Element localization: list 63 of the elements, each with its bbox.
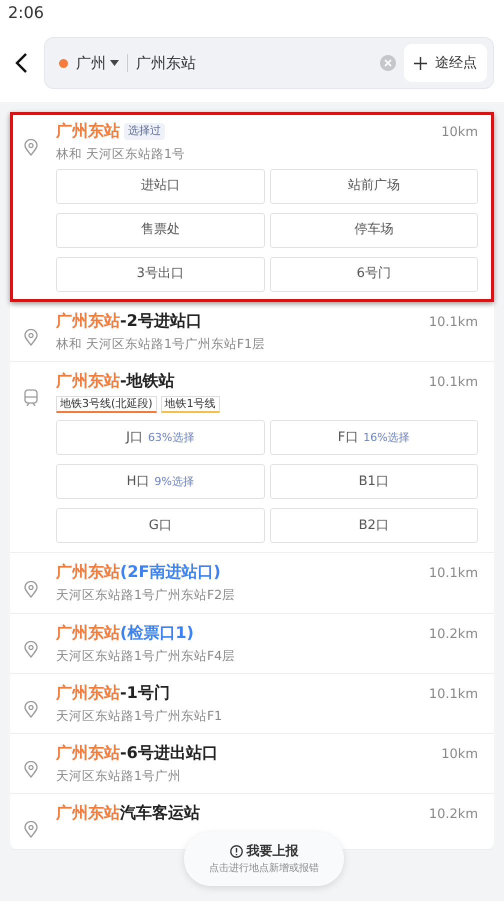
location-pin-icon bbox=[24, 640, 38, 658]
metro-line-tag: 地铁3号线(北延段) bbox=[56, 396, 157, 414]
result-address: 林和 天河区东站路1号 bbox=[56, 146, 186, 162]
status-time: 2:06 bbox=[8, 3, 44, 22]
result-title: 广州东站汽车客运站 bbox=[56, 803, 200, 824]
result-title: 广州东站-2号进站口 bbox=[56, 311, 202, 332]
entrance-button[interactable]: 站前广场 bbox=[270, 169, 478, 204]
result-title: 广州东站(检票口1) bbox=[56, 622, 194, 644]
entrance-button[interactable]: B2口 bbox=[270, 508, 478, 544]
entrance-button[interactable]: H口 9%选择 bbox=[56, 464, 264, 500]
entrance-button[interactable]: 进站口 bbox=[56, 169, 264, 204]
entrance-button[interactable]: B1口 bbox=[270, 464, 478, 500]
search-result[interactable]: 广州东站-地铁站 10.1km 地铁3号线(北延段) 地铁1号线 J口 63%选择 F口 16%选择 H口 9%选择 B1口 G口 B2口 bbox=[10, 362, 494, 554]
result-title: 广州东站-地铁站 bbox=[56, 371, 175, 392]
result-address: 天河区东站路1号广州 bbox=[56, 768, 182, 784]
result-address: 天河区东站路1号广州东站F2层 bbox=[56, 587, 236, 604]
info-icon bbox=[230, 845, 242, 858]
report-popup[interactable]: 我要上报 点击进行地点新增或报错 bbox=[184, 832, 344, 886]
search-result[interactable]: 广州东站 选择过 10km 林和 天河区东站路1号 进站口 站前广场 售票处 停车场 3号出口 6号门 bbox=[10, 112, 494, 302]
entrance-button[interactable]: 6号门 bbox=[270, 257, 478, 292]
entrance-button[interactable]: 售票处 bbox=[56, 213, 264, 248]
result-address: 林和 天河区东站路1号广州东站F1层 bbox=[56, 336, 266, 352]
location-pin-icon bbox=[24, 139, 38, 156]
distance-text: 10.1km bbox=[428, 686, 478, 704]
search-result[interactable]: 广州东站-6号进出站口 10km 天河区东站路1号广州 bbox=[10, 734, 494, 794]
distance-text: 10.2km bbox=[428, 806, 478, 824]
search-result[interactable]: 广州东站-2号进站口 10.1km 林和 天河区东站路1号广州东站F1层 bbox=[10, 302, 494, 362]
add-waypoint-button[interactable]: 途经点 bbox=[404, 44, 487, 82]
train-icon bbox=[24, 389, 38, 406]
plus-icon bbox=[414, 56, 427, 70]
result-title: 广州东站(2F南进站口) bbox=[56, 562, 221, 584]
location-pin-icon bbox=[24, 761, 38, 778]
location-pin-icon bbox=[24, 580, 38, 598]
result-title: 广州东站 bbox=[56, 121, 120, 142]
location-pin-icon bbox=[24, 821, 38, 838]
result-title: 广州东站-6号进出站口 bbox=[56, 742, 218, 764]
location-dot bbox=[59, 58, 68, 68]
entrance-button[interactable]: J口 63%选择 bbox=[56, 420, 264, 456]
search-field[interactable]: 广州 广州东站 途经点 bbox=[44, 37, 494, 89]
entrance-button[interactable]: F口 16%选择 bbox=[270, 420, 478, 456]
entrance-button[interactable]: 停车场 bbox=[270, 213, 478, 248]
result-title: 广州东站-1号门 bbox=[56, 682, 170, 704]
location-pin-icon bbox=[24, 700, 38, 718]
caret-icon bbox=[110, 60, 119, 66]
result-address: 天河区东站路1号广州东站F4层 bbox=[56, 648, 236, 664]
distance-text: 10.1km bbox=[428, 374, 478, 392]
search-result[interactable]: 广州东站(2F南进站口) 10.1km 天河区东站路1号广州东站F2层 bbox=[10, 553, 494, 614]
distance-text: 10km bbox=[441, 746, 478, 764]
report-hint: 点击进行地点新增或报错 bbox=[209, 862, 319, 876]
back-icon[interactable] bbox=[14, 52, 28, 74]
search-result[interactable]: 广州东站(检票口1) 10.2km 天河区东站路1号广州东站F4层 bbox=[10, 614, 494, 674]
distance-text: 10.1km bbox=[428, 314, 478, 332]
city-selector[interactable]: 广州 bbox=[76, 52, 119, 74]
history-tag: 选择过 bbox=[124, 123, 165, 140]
result-address: 天河区东站路1号广州东站F1 bbox=[56, 708, 224, 724]
location-pin-icon bbox=[24, 329, 38, 346]
distance-text: 10.1km bbox=[428, 565, 478, 584]
entrance-button[interactable]: 3号出口 bbox=[56, 257, 264, 292]
distance-text: 10.2km bbox=[428, 626, 478, 644]
entrance-button[interactable]: G口 bbox=[56, 508, 264, 544]
distance-text: 10km bbox=[441, 124, 478, 142]
search-result[interactable]: 广州东站-1号门 10.1km 天河区东站路1号广州东站F1 bbox=[10, 674, 494, 734]
metro-line-tag: 地铁1号线 bbox=[160, 396, 220, 414]
